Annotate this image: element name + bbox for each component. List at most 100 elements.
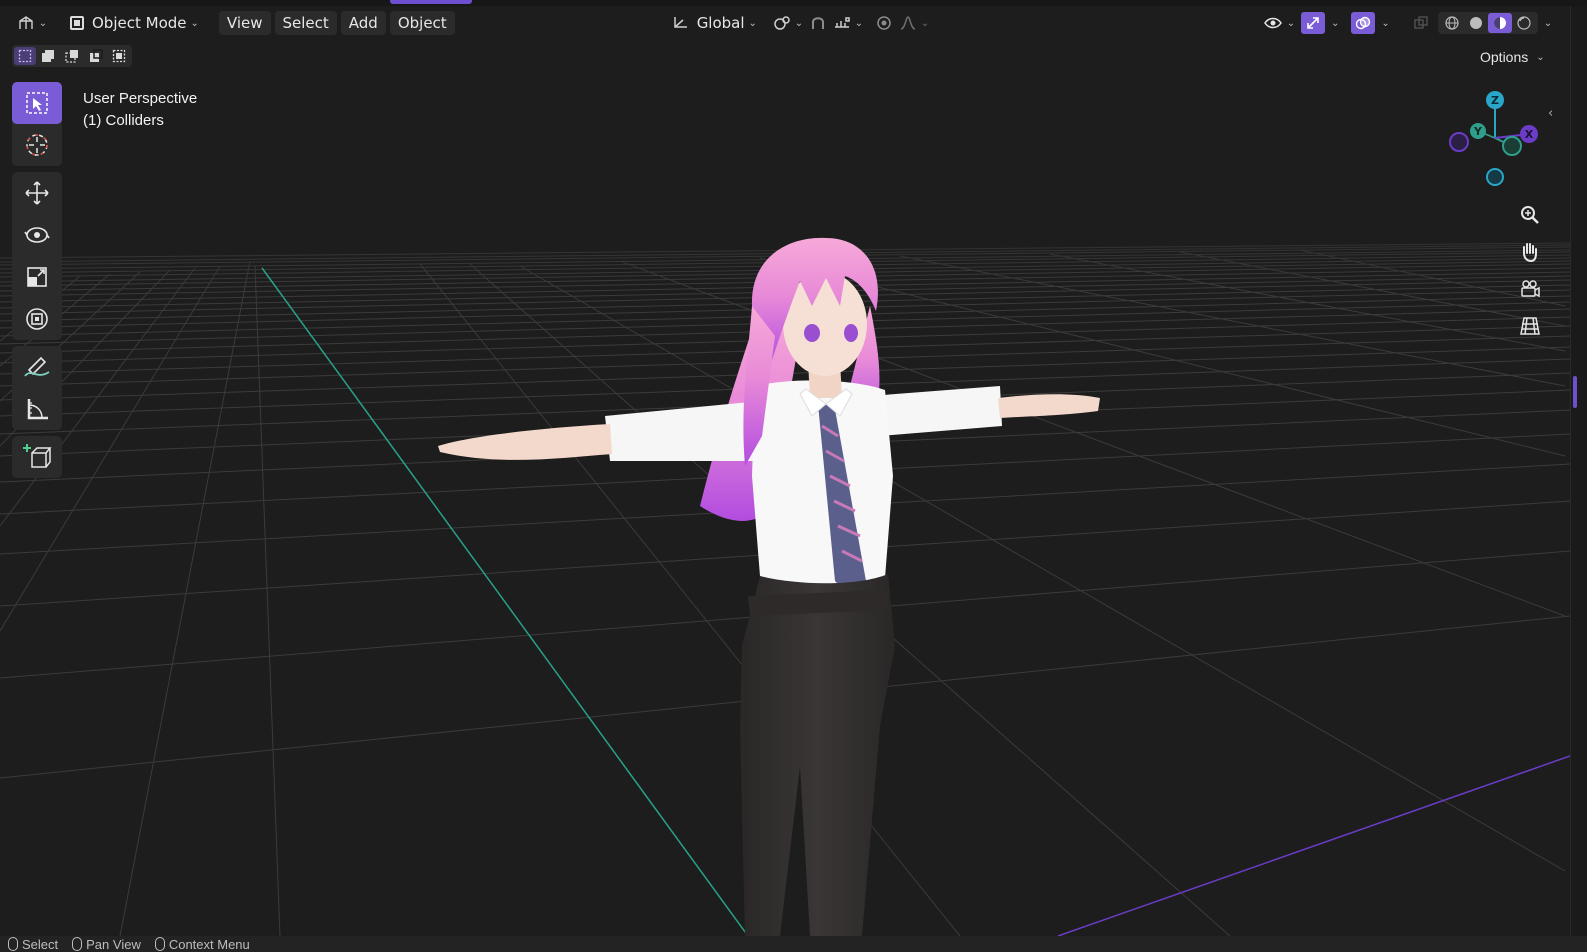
xray-toggle[interactable] [1410,11,1432,35]
middle-mouse-icon [72,937,83,951]
chevron-down-icon: ⌄ [794,17,804,29]
orientation-axes-icon [673,17,687,28]
select-new-icon[interactable] [14,47,36,65]
gizmo-arrow-icon [1307,17,1319,29]
falloff-curve-icon [900,16,915,30]
gizmo-neg-y[interactable] [1502,136,1522,156]
view-navigation-buttons [1515,196,1545,344]
perspective-label: User Perspective [83,90,198,107]
measure-tool-icon[interactable] [12,388,62,430]
chevron-down-icon: ⌄ [1536,51,1545,63]
solid-shading-icon[interactable] [1464,13,1488,33]
pivot-icon [773,16,790,30]
zoom-icon[interactable] [1515,196,1545,233]
status-pan-label: Pan View [86,936,141,952]
viewport-info-overlay: User Perspective (1) Colliders [83,88,197,132]
x-axis-line [1057,755,1570,936]
chevron-down-icon: ⌄ [1286,17,1296,29]
annotate-tool-icon[interactable] [12,346,62,388]
shading-options-chevron-icon[interactable]: ⌄ [1544,18,1552,29]
tool-group-select [12,82,62,166]
pivot-point-selector[interactable]: ⌄ [771,11,805,35]
tool-shelf [12,82,62,484]
gizmo-z-label: Z [1491,94,1499,107]
scene-canvas[interactable] [0,6,1570,936]
sidebar-toggle-icon[interactable]: ‹ [1548,106,1553,121]
transform-orientation-selector[interactable]: Global ⌄ [663,11,765,35]
gizmo-y-label: Y [1473,125,1483,138]
gizmo-toggle[interactable] [1300,12,1325,34]
status-select-label: Select [22,936,59,952]
overlays-toggle[interactable] [1351,12,1376,34]
navigation-gizmo[interactable]: Y X Z [1440,84,1550,194]
cursor-tool-icon[interactable] [12,124,62,166]
mode-selector[interactable]: Object Mode ⌄ [62,11,207,35]
overlay-circles-icon [1356,16,1371,30]
select-difference-icon[interactable] [85,47,107,65]
proportional-editing-toggle[interactable] [871,11,897,35]
proportional-edit-icon [877,16,891,30]
snap-toggle[interactable] [805,11,831,35]
proportional-falloff-selector[interactable]: ⌄ [897,11,931,35]
chevron-down-icon: ⌄ [854,17,864,29]
chevron-down-icon: ⌄ [38,17,48,29]
rotate-tool-icon[interactable] [12,214,62,256]
gizmo-neg-z[interactable] [1486,168,1504,186]
chevron-down-icon: ⌄ [190,17,199,29]
editor-type-selector[interactable]: ⌄ [14,11,50,35]
status-select-hint: Select [8,937,58,952]
pan-hand-icon[interactable] [1515,233,1545,270]
3d-viewport-icon [19,16,33,29]
move-tool-icon[interactable] [12,172,62,214]
overlays-options-chevron-icon[interactable]: ⌄ [1381,18,1389,29]
right-mouse-icon [154,937,165,951]
select-extend-icon[interactable] [38,47,60,65]
transform-tool-icon[interactable] [12,298,62,340]
wireframe-shading-icon[interactable] [1440,13,1464,33]
select-box-tool-icon[interactable] [12,82,62,124]
left-mouse-icon [8,937,18,951]
status-pan-hint: Pan View [72,937,141,952]
gizmo-x-label: X [1525,128,1534,141]
gizmo-options-chevron-icon[interactable]: ⌄ [1331,18,1339,29]
material-preview-shading-icon[interactable] [1487,13,1512,33]
viewport-header: ⌄ Object Mode ⌄ View Select Add Object G… [0,6,1570,40]
magnet-icon [811,17,824,29]
options-dropdown[interactable]: Options ⌄ [1480,46,1545,68]
eye-icon [1263,17,1282,29]
scale-tool-icon[interactable] [12,256,62,298]
rendered-shading-icon[interactable] [1512,13,1536,33]
selection-mode-group [12,45,132,67]
gizmo-neg-x[interactable] [1449,132,1469,152]
shading-mode-group [1437,12,1538,34]
perspective-toggle-icon[interactable] [1515,307,1545,344]
mode-label: Object Mode [92,14,187,32]
collection-label: (1) Colliders [83,112,164,129]
xray-icon [1414,16,1428,29]
status-context-hint: Context Menu [154,936,250,952]
add-cube-tool-icon[interactable] [12,436,62,478]
active-workspace-tab[interactable] [390,0,472,4]
object-mode-icon [70,16,84,30]
menu-view[interactable]: View [218,11,271,35]
3d-viewport[interactable]: User Perspective (1) Colliders Y X Z ‹ [0,6,1570,936]
select-intersect-icon[interactable] [108,47,130,65]
object-visibility-selector[interactable]: ⌄ [1261,11,1297,35]
status-bar: Select Pan View Context Menu [0,936,1587,952]
tool-group-transform [12,172,62,340]
chevron-down-icon: ⌄ [748,17,757,29]
options-label: Options [1480,49,1529,65]
camera-view-icon[interactable] [1515,270,1545,307]
status-context-label: Context Menu [168,936,250,952]
snap-target-selector[interactable]: ⌄ [831,11,865,35]
tool-group-annotate [12,346,62,430]
tool-group-add [12,436,62,478]
snap-increment-icon [834,17,850,28]
chevron-down-icon: ⌄ [920,17,930,29]
menu-object[interactable]: Object [389,11,455,35]
menu-select[interactable]: Select [274,11,337,35]
transform-orientation-label: Global [696,14,745,32]
menu-add[interactable]: Add [340,11,386,35]
select-subtract-icon[interactable] [61,47,83,65]
sidebar-tab-indicator[interactable] [1573,376,1577,408]
